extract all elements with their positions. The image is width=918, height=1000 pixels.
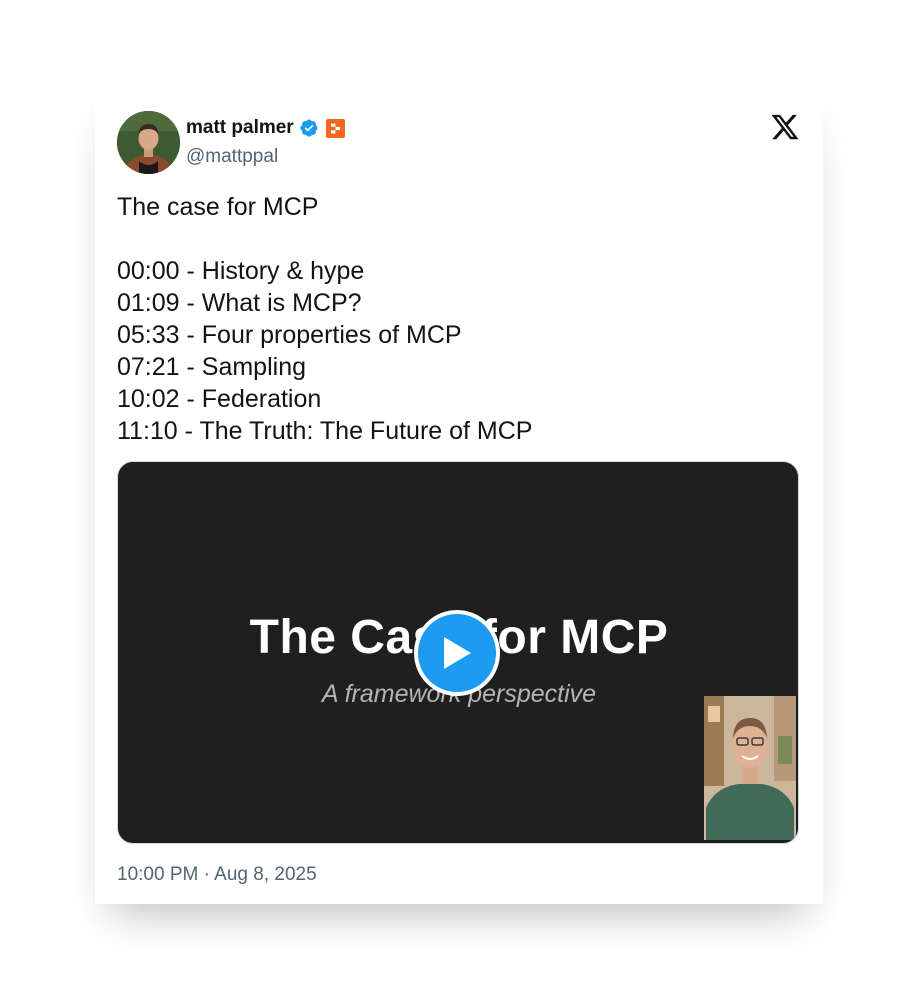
chapter-line: 07:21 - Sampling xyxy=(117,353,307,381)
video-player[interactable]: The Case for MCP A framework perspective xyxy=(117,461,799,844)
tweet-timestamp[interactable]: 10:00 PM · Aug 8, 2025 xyxy=(117,864,317,886)
presenter-webcam-icon xyxy=(704,696,796,840)
chapter-line: 11:10 - The Truth: The Future of MCP xyxy=(117,417,533,445)
author-name-row: matt palmer xyxy=(186,116,345,140)
author-handle[interactable]: @mattppal xyxy=(186,146,278,168)
tweet-line-blank: ​ xyxy=(117,223,532,255)
play-button[interactable] xyxy=(414,610,500,696)
tweet-line: The case for MCP xyxy=(117,193,319,221)
author-avatar[interactable] xyxy=(117,111,180,174)
chapter-line: 10:02 - Federation xyxy=(117,385,322,413)
verified-badge-icon xyxy=(300,119,318,137)
presenter-webcam-thumbnail xyxy=(704,696,796,840)
tweet-text: The case for MCP ​ 00:00 - History & hyp… xyxy=(117,191,532,447)
avatar-photo-icon xyxy=(117,111,180,174)
play-icon xyxy=(444,637,471,669)
replit-logo-icon xyxy=(330,123,340,133)
chapter-line: 01:09 - What is MCP? xyxy=(117,289,362,317)
chapter-line: 05:33 - Four properties of MCP xyxy=(117,321,462,349)
affiliate-badge[interactable] xyxy=(325,118,345,138)
x-logo-icon[interactable] xyxy=(769,112,801,142)
author-name[interactable]: matt palmer xyxy=(186,117,294,139)
chapter-line: 00:00 - History & hype xyxy=(117,257,365,285)
